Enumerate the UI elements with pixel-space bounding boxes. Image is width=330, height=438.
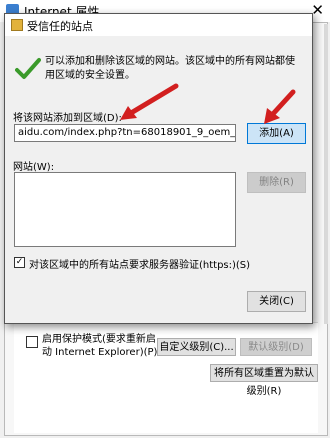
trusted-sites-titlebar: 受信任的站点 — [5, 14, 312, 36]
protected-mode-checkbox[interactable] — [26, 336, 38, 348]
add-button[interactable]: 添加(A) — [247, 123, 306, 144]
websites-list[interactable] — [14, 172, 236, 247]
require-https-checkbox[interactable]: ✓ — [14, 257, 25, 268]
green-checkmark-icon — [15, 57, 41, 84]
custom-level-button[interactable]: 自定义级别(C)... — [157, 338, 236, 356]
protected-mode-label: 启用保护模式(要求重新启动 Internet Explorer)(P) — [42, 334, 158, 358]
site-url-input[interactable]: aidu.com/index.php?tn=68018901_9_oem_dg&… — [14, 124, 236, 142]
trusted-sites-title-icon — [11, 19, 23, 31]
tab-edge — [324, 24, 328, 324]
require-https-label: 对该区域中的所有站点要求服务器验证(https:)(S) — [29, 260, 251, 271]
trusted-sites-title: 受信任的站点 — [27, 20, 93, 33]
remove-button[interactable]: 删除(R) — [247, 172, 306, 193]
close-icon[interactable]: ✕ — [311, 1, 324, 19]
default-level-button[interactable]: 默认级别(D) — [240, 338, 312, 356]
zone-info-text: 可以添加和删除该区域的网站。该区域中的所有网站都使用区域的安全设置。 — [45, 56, 295, 81]
close-button[interactable]: 关闭(C) — [247, 291, 306, 312]
add-site-label: 将该网站添加到区域(D): — [13, 113, 122, 124]
websites-label: 网站(W): — [13, 162, 55, 173]
trusted-sites-dialog: 受信任的站点 可以添加和删除该区域的网站。该区域中的所有网站都使用区域的安全设置… — [4, 13, 313, 324]
reset-all-zones-button[interactable]: 将所有区域重置为默认级别(R) — [210, 364, 318, 397]
